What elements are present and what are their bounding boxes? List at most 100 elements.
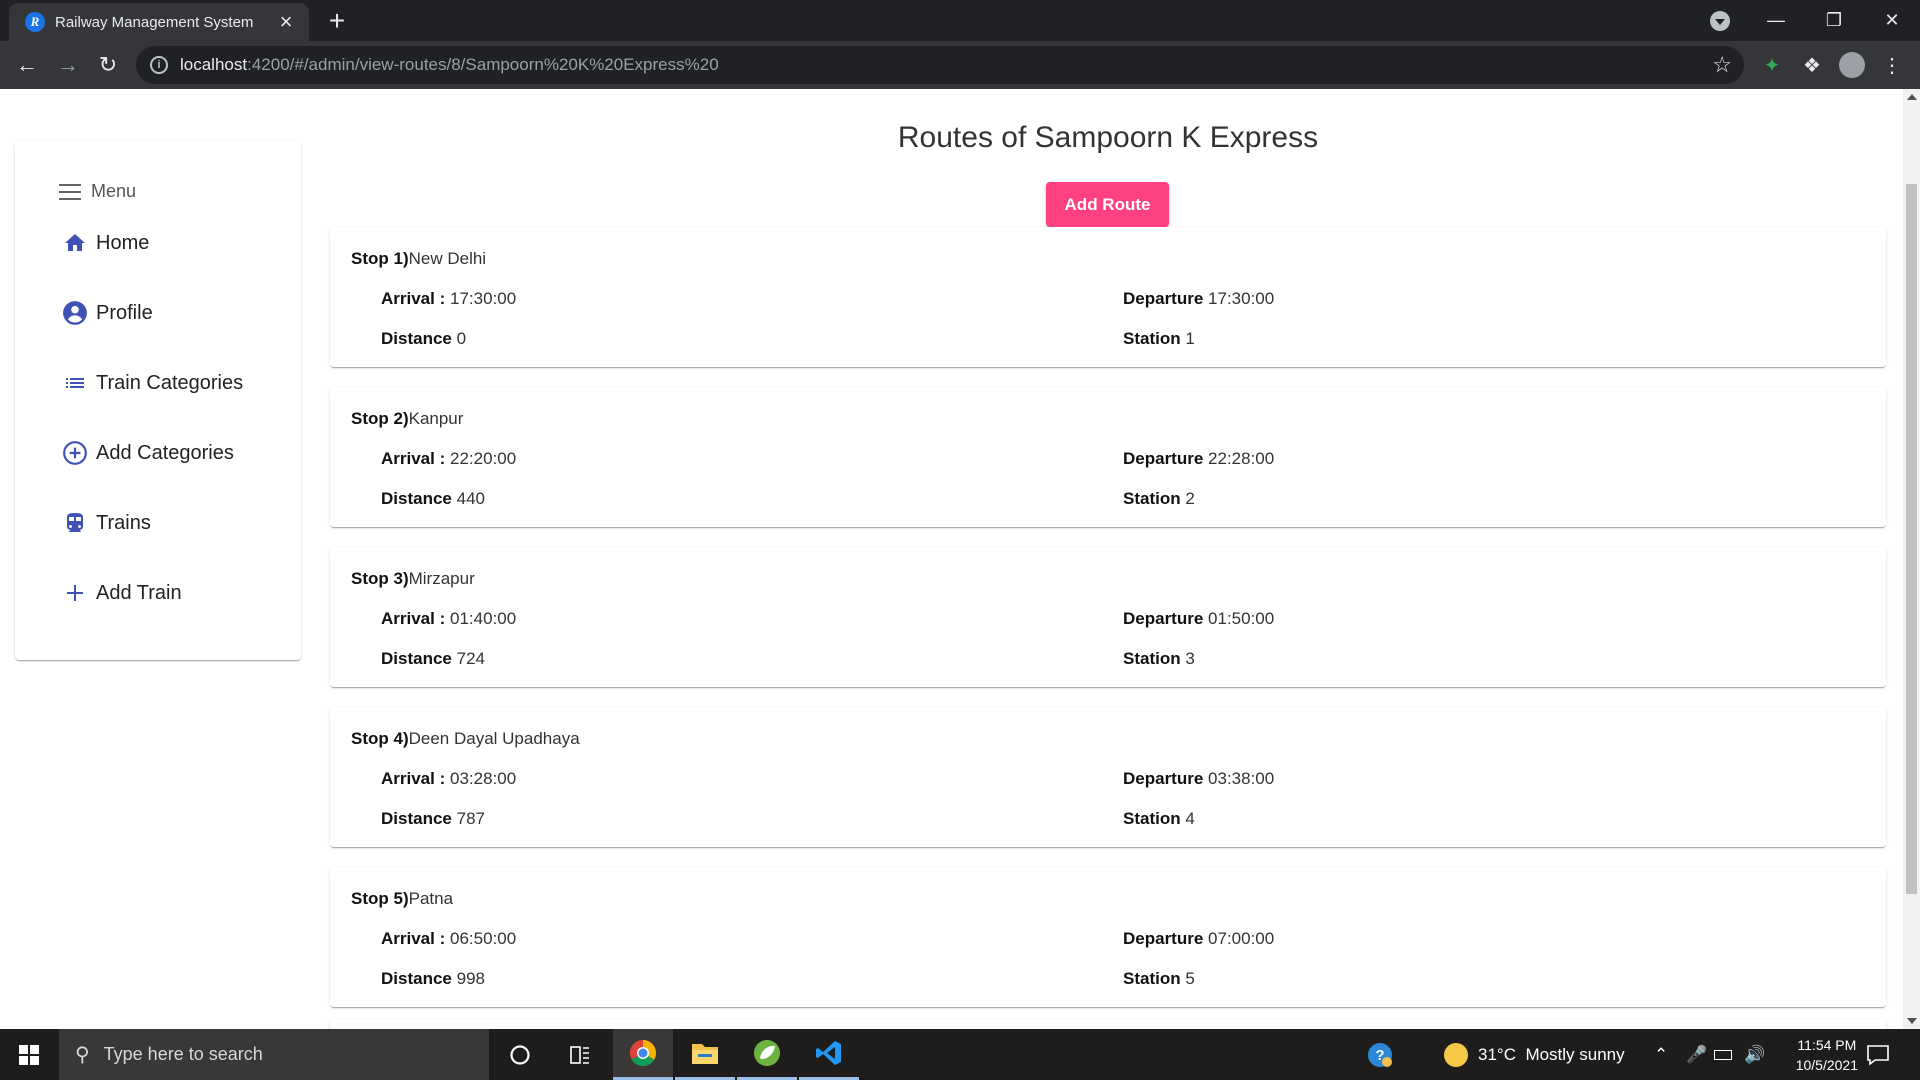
stop-label: Stop 4) — [351, 729, 409, 748]
hamburger-icon — [59, 183, 81, 200]
arrival-value: 03:28:00 — [449, 769, 517, 788]
cortana-icon[interactable] — [490, 1029, 550, 1080]
distance-label: Distance — [381, 809, 452, 828]
weather-widget[interactable]: 31°C Mostly sunny — [1444, 1029, 1625, 1080]
stop-name: Deen Dayal Upadhaya — [408, 729, 580, 748]
bookmark-star-icon[interactable]: ☆ — [1712, 52, 1732, 78]
show-hidden-icons-icon[interactable]: ⌃ — [1654, 1029, 1668, 1080]
chrome-taskbar-icon[interactable] — [613, 1029, 673, 1080]
tab-search-icon[interactable] — [1710, 11, 1730, 31]
page-title: Routes of Sampoorn K Express — [897, 121, 1319, 154]
sidebar-item-add-train[interactable]: Add Train — [62, 573, 182, 613]
distance-field: Distance 998 — [381, 969, 485, 989]
sidebar-item-label: Train Categories — [96, 371, 244, 394]
station-value: 1 — [1185, 329, 1195, 348]
weather-temp: 31°C — [1478, 1044, 1516, 1064]
extension-icon[interactable]: ✦ — [1758, 51, 1786, 79]
reload-icon[interactable]: ↻ — [92, 49, 124, 81]
sidebar-item-train-categories[interactable]: Train Categories — [62, 363, 243, 403]
window-close-icon[interactable]: ✕ — [1863, 0, 1920, 41]
list-icon — [62, 370, 88, 396]
scroll-up-icon[interactable] — [1907, 94, 1917, 100]
arrival-field: Arrival : 01:40:00 — [381, 609, 516, 629]
clock-date: 10/5/2021 — [1795, 1057, 1858, 1073]
arrival-label: Arrival : — [381, 289, 446, 308]
file-explorer-icon[interactable] — [675, 1029, 735, 1080]
browser-tab[interactable]: R Railway Management System × — [9, 3, 309, 41]
departure-label: Departure — [1123, 289, 1204, 308]
distance-value: 787 — [456, 809, 485, 828]
departure-field: Departure 01:50:00 — [1123, 609, 1274, 629]
battery-icon[interactable] — [1714, 1029, 1732, 1080]
url-path: :4200/#/admin/view-routes/8/Sampoorn%20K… — [247, 55, 719, 74]
arrival-label: Arrival : — [381, 449, 446, 468]
station-value: 2 — [1185, 489, 1195, 508]
search-placeholder: Type here to search — [103, 1044, 263, 1064]
station-field: Station 2 — [1123, 489, 1195, 509]
profile-avatar[interactable] — [1838, 51, 1866, 79]
sidebar-item-label: Home — [96, 231, 150, 254]
scroll-down-icon[interactable] — [1907, 1018, 1917, 1024]
sidebar-item-add-categories[interactable]: Add Categories — [62, 433, 234, 473]
new-tab-button[interactable]: + — [322, 7, 352, 35]
weather-sun-icon — [1444, 1042, 1468, 1067]
plus-icon — [62, 580, 88, 606]
stop-heading: Stop 4)Deen Dayal Upadhaya — [351, 729, 580, 749]
train-icon — [62, 510, 88, 536]
sidebar-item-label: Add Categories — [96, 441, 234, 464]
menu-header[interactable]: Menu — [59, 181, 136, 202]
station-field: Station 4 — [1123, 809, 1195, 829]
volume-icon[interactable]: 🔊 — [1744, 1029, 1765, 1080]
distance-value: 0 — [456, 329, 467, 348]
distance-value: 440 — [456, 489, 485, 508]
forward-arrow-icon[interactable]: → — [52, 49, 84, 81]
back-arrow-icon[interactable]: ← — [11, 49, 43, 81]
stop-name: New Delhi — [408, 249, 487, 268]
departure-value: 01:50:00 — [1208, 609, 1275, 628]
sidebar-item-trains[interactable]: Trains — [62, 503, 151, 543]
browser-toolbar: ← → ↻ i localhost:4200/#/admin/view-rout… — [0, 41, 1920, 89]
address-bar[interactable]: i localhost:4200/#/admin/view-routes/8/S… — [136, 46, 1744, 84]
scrollbar-thumb[interactable] — [1906, 184, 1917, 894]
stop-label: Stop 1) — [351, 249, 409, 268]
stop-name: Mirzapur — [408, 569, 475, 588]
station-value: 4 — [1185, 809, 1195, 828]
url-host: localhost — [180, 55, 248, 74]
departure-label: Departure — [1123, 609, 1204, 628]
sidebar-item-profile[interactable]: Profile — [62, 293, 153, 333]
stop-name: Patna — [408, 889, 454, 908]
microphone-icon[interactable]: 🎤 — [1686, 1029, 1707, 1080]
page-scrollbar[interactable] — [1903, 89, 1920, 1029]
help-icon[interactable]: ? — [1366, 1029, 1394, 1080]
station-label: Station — [1123, 489, 1181, 508]
add-route-button[interactable]: Add Route — [1046, 182, 1169, 227]
station-field: Station 3 — [1123, 649, 1195, 669]
windows-start-button[interactable] — [0, 1029, 58, 1080]
stop-label: Stop 3) — [351, 569, 409, 588]
restore-icon[interactable]: ❐ — [1805, 0, 1863, 41]
extensions-puzzle-icon[interactable]: ❖ — [1798, 51, 1826, 79]
chrome-menu-icon[interactable]: ⋮ — [1878, 51, 1906, 79]
clock-time: 11:54 PM — [1797, 1037, 1857, 1053]
arrival-value: 17:30:00 — [449, 289, 517, 308]
task-view-icon[interactable] — [550, 1029, 610, 1080]
route-card: Stop 2)Kanpur Arrival : 22:20:00 Departu… — [330, 387, 1886, 527]
taskbar-clock[interactable]: 11:54 PM 10/5/2021 — [1796, 1035, 1858, 1075]
notifications-icon[interactable] — [1866, 1029, 1890, 1080]
arrival-field: Arrival : 03:28:00 — [381, 769, 516, 789]
stop-heading: Stop 2)Kanpur — [351, 409, 463, 429]
account-circle-icon — [62, 300, 88, 326]
search-icon: ⚲ — [75, 1044, 90, 1066]
tab-close-icon[interactable]: × — [275, 11, 297, 33]
spring-tool-suite-icon[interactable] — [737, 1029, 797, 1080]
taskbar-search-box[interactable]: ⚲ Type here to search — [59, 1029, 489, 1080]
arrival-field: Arrival : 17:30:00 — [381, 289, 516, 309]
sidebar: Menu Home Profile Train Categories Add C — [15, 141, 301, 660]
distance-field: Distance 787 — [381, 809, 485, 829]
stop-label: Stop 2) — [351, 409, 409, 428]
minimize-icon[interactable]: — — [1747, 0, 1805, 41]
site-info-icon[interactable]: i — [150, 56, 168, 74]
station-label: Station — [1123, 329, 1181, 348]
vscode-icon[interactable] — [799, 1029, 859, 1080]
sidebar-item-home[interactable]: Home — [62, 223, 149, 263]
